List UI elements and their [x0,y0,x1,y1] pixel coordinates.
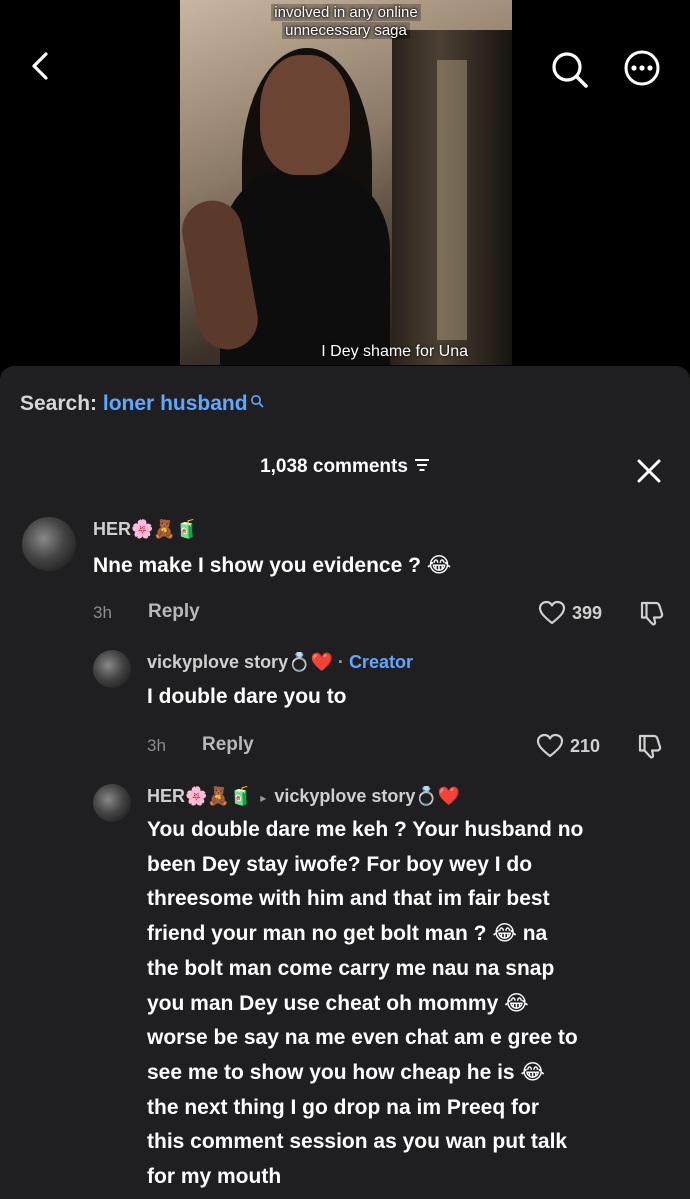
video-person-face [260,55,350,175]
reply-button[interactable]: Reply [148,601,200,623]
search-suggestion[interactable]: Search: loner husband [20,392,264,416]
avatar[interactable] [22,517,76,571]
search-icon [250,390,264,414]
video-background-light [437,60,467,340]
creator-badge: Creator [348,652,413,672]
chevron-left-icon [32,52,48,80]
more-icon [624,50,660,86]
video-overlay-line-1: involved in any online [271,4,421,21]
comment-text: You double dare me keh ? Your husband no… [147,813,677,1195]
comment-username[interactable]: vickyplove story💍❤️ · Creator [147,652,413,673]
reply-comment-item: HER🌸🧸🧃 ▸ vickyplove story💍❤️ You double … [0,778,690,1199]
thumbs-down-icon [640,601,664,626]
filter-icon[interactable] [414,456,430,478]
close-comments-button[interactable] [636,458,662,484]
comment-line: this comment session as you wan put talk [147,1130,568,1154]
comment-line: friend your man no get bolt man ? 😂 na [147,922,548,946]
reply-to-username[interactable]: vickyplove story💍❤️ [274,786,460,806]
comment-text: I double dare you to [147,685,347,708]
username-text: HER🌸🧸🧃 [147,786,253,806]
dislike-button[interactable] [636,732,664,765]
comment-line: worse be say na me even chat am e gree t… [147,1026,578,1050]
comment-line: see me to show you how cheap he is 😂 [147,1060,545,1084]
search-label: Search: [20,392,98,415]
comment-username[interactable]: HER🌸🧸🧃 ▸ vickyplove story💍❤️ [147,786,460,807]
like-count: 399 [572,602,603,623]
search-button[interactable] [548,48,592,92]
comment-line: the next thing I go drop na im Preeq for [147,1095,540,1119]
comment-line: threesome with him and that im fair best [147,887,550,911]
thumbs-down-icon [638,734,662,759]
comment-item: HER🌸🧸🧃 Nne make I show you evidence ? 😂 … [0,511,690,631]
heart-icon [538,600,566,625]
heart-icon [536,733,564,758]
comment-username[interactable]: HER🌸🧸🧃 [93,519,198,540]
comment-time: 3h [93,603,112,622]
comment-line: you man Dey use cheat oh mommy 😂 [147,991,529,1015]
comment-line: for my mouth [147,1165,282,1189]
comment-line: the bolt man come carry me nau na snap [147,956,555,980]
comments-count: 1,038 comments [260,456,408,478]
comment-text: Nne make I show you evidence ? 😂 [93,554,452,577]
like-button[interactable]: 210 [536,733,600,759]
search-icon [552,52,588,88]
separator-dot: · [337,652,344,672]
video-thumbnail[interactable]: involved in any online unnecessary saga … [180,0,512,365]
video-overlay-line-2: unnecessary saga [282,22,410,39]
video-area[interactable]: involved in any online unnecessary saga … [0,0,690,368]
close-icon [637,459,661,483]
comments-count-header: 1,038 comments [0,456,690,478]
video-caption: I Dey shame for Una [321,343,468,360]
video-overlay-text: involved in any online unnecessary saga [180,4,512,40]
back-button[interactable] [22,46,62,86]
dislike-button[interactable] [638,599,666,632]
reply-comment-item: vickyplove story💍❤️ · Creator I double d… [0,644,690,764]
avatar[interactable] [93,784,131,822]
reply-button[interactable]: Reply [202,734,254,756]
like-count: 210 [570,735,601,756]
comments-sheet: Search: loner husband 1,038 comments HER… [0,366,690,1199]
search-term[interactable]: loner husband [103,392,248,415]
comment-line: You double dare me keh ? Your husband no [147,818,584,841]
comment-line: been Dey stay iwofe? For boy wey I do [147,852,533,876]
more-options-button[interactable] [620,48,664,92]
like-button[interactable]: 399 [538,600,602,626]
comment-time: 3h [147,736,166,755]
reply-arrow-icon: ▸ [260,791,267,805]
avatar[interactable] [93,650,131,688]
username-text: vickyplove story💍❤️ [147,652,333,672]
